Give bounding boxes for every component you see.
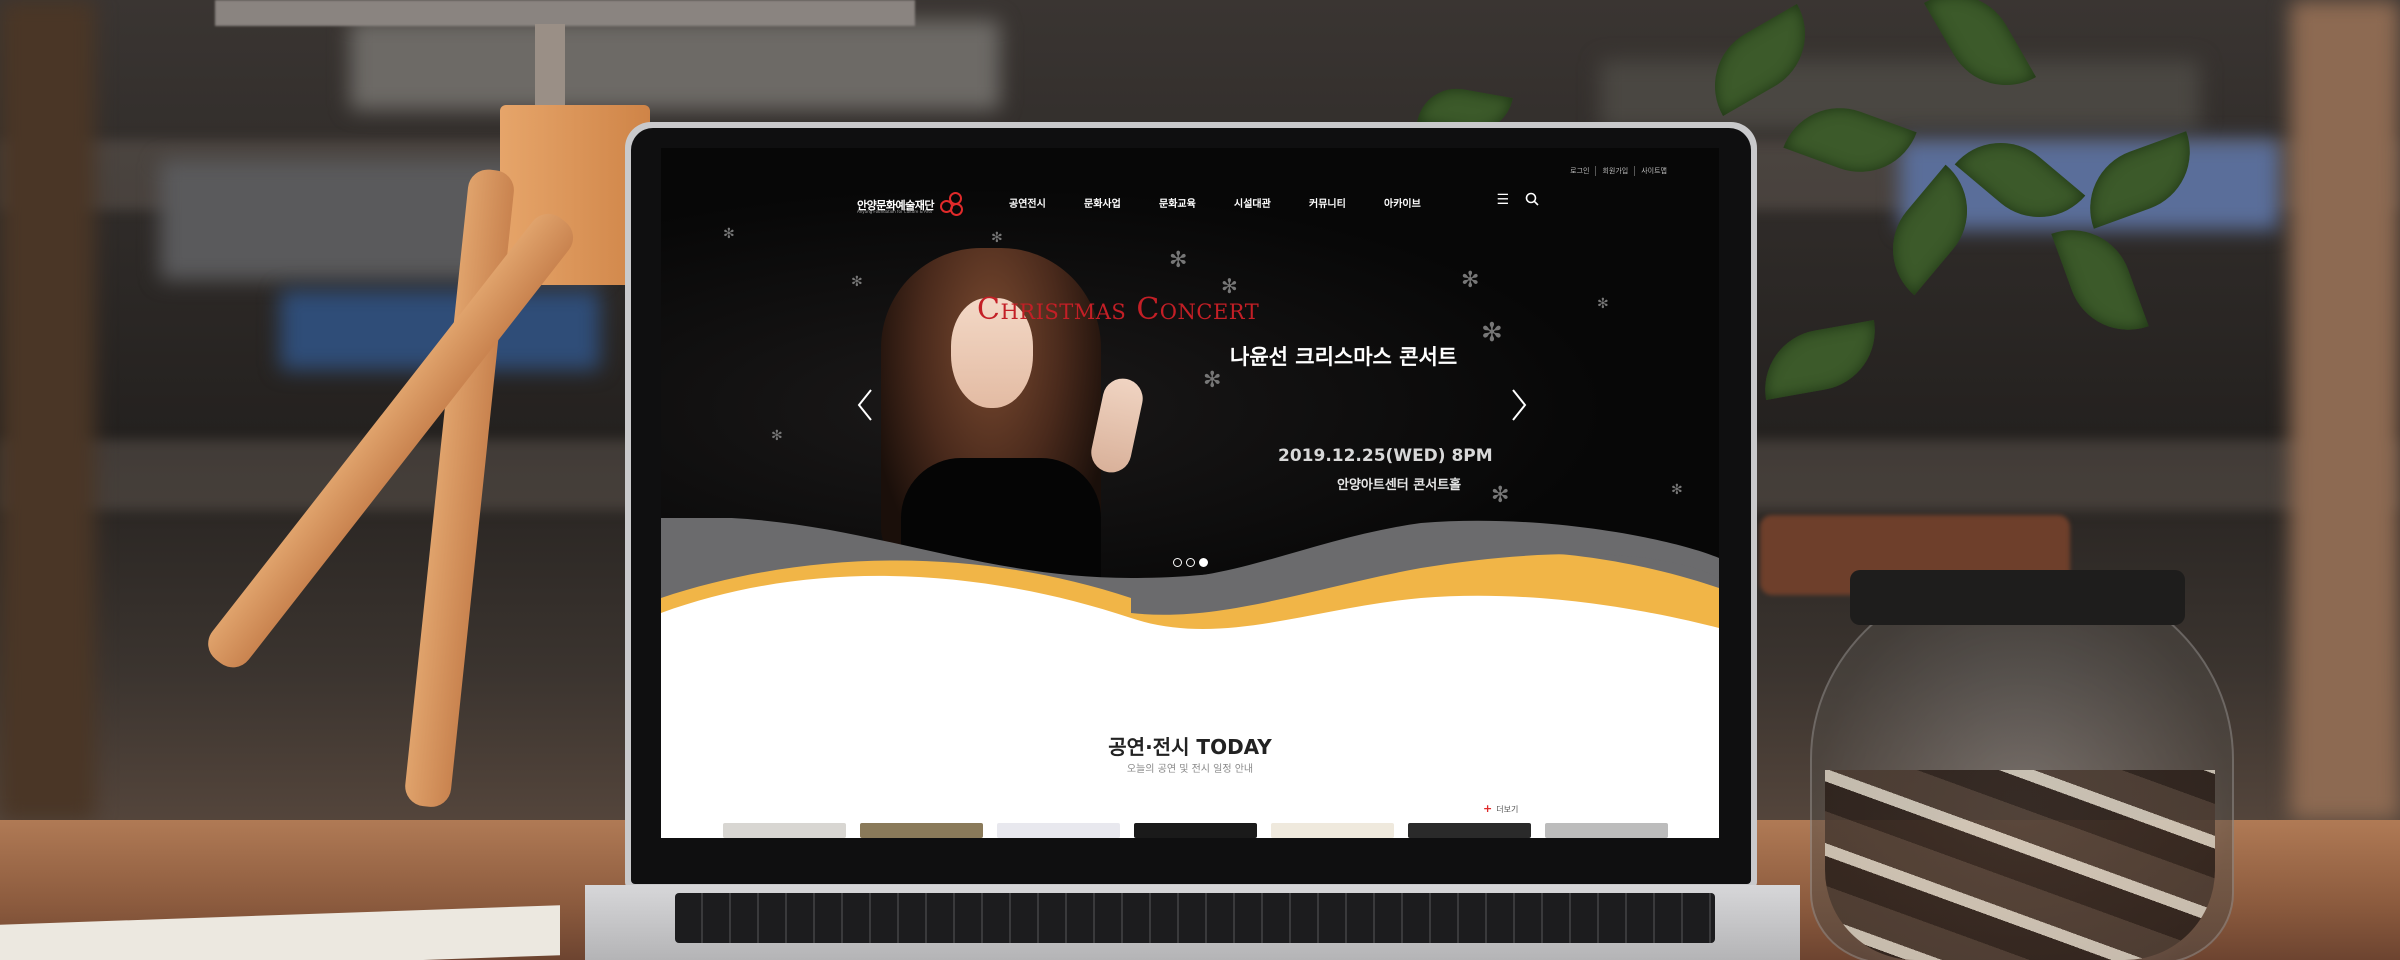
snowflake-icon: ✻ xyxy=(1671,482,1683,498)
login-link[interactable]: 로그인 xyxy=(1564,166,1595,176)
today-thumbnails xyxy=(723,823,1668,838)
snowflake-icon: ✻ xyxy=(723,226,735,242)
wall-blur xyxy=(0,0,95,820)
jar-lid xyxy=(1850,570,2185,625)
logo-subtext: Anyang Foundation for Culture & Arts xyxy=(857,208,933,214)
slide-indicator xyxy=(1173,558,1208,567)
nav-item-culture-business[interactable]: 문화사업 xyxy=(1084,195,1159,210)
snowflake-icon: ✻ xyxy=(1169,248,1188,273)
header-icons: ☰ xyxy=(1496,192,1539,210)
snowflake-icon: ✻ xyxy=(991,230,1003,246)
snowflake-icon: ✻ xyxy=(851,274,863,290)
books-blur xyxy=(350,20,1000,110)
snowflake-icon: ✻ xyxy=(1461,268,1480,293)
menu-icon[interactable]: ☰ xyxy=(1496,192,1509,210)
chevron-right-icon[interactable] xyxy=(1511,388,1527,428)
nav-item-rental[interactable]: 시설대관 xyxy=(1234,195,1309,210)
snowflake-icon: ✻ xyxy=(771,428,783,444)
today-title: 공연·전시 TODAY xyxy=(1108,735,1272,759)
snowflake-icon: ✻ xyxy=(1491,483,1510,508)
leaf xyxy=(1755,320,1885,400)
event-thumbnail[interactable] xyxy=(1271,823,1394,838)
slide-dot-active[interactable] xyxy=(1199,558,1208,567)
leaf xyxy=(2051,213,2149,347)
plus-icon: + xyxy=(1483,802,1493,815)
chevron-left-icon[interactable] xyxy=(857,388,873,428)
event-thumbnail[interactable] xyxy=(723,823,846,838)
main-nav: 공연전시 문화사업 문화교육 시설대관 커뮤니티 아카이브 xyxy=(1009,195,1459,210)
snowflake-icon: ✻ xyxy=(1203,368,1222,393)
snowflake-icon: ✻ xyxy=(1481,318,1503,348)
logo-mark-icon xyxy=(939,192,963,216)
utility-links: 로그인 회원가입 사이트맵 xyxy=(1564,166,1673,176)
sitemap-link[interactable]: 사이트맵 xyxy=(1634,166,1673,176)
hero-venue: 안양아트센터 콘서트홀 xyxy=(1337,478,1462,493)
nav-item-community[interactable]: 커뮤니티 xyxy=(1309,195,1384,210)
hero-date: 2019.12.25(WED) 8PM xyxy=(1278,446,1493,466)
more-link[interactable]: + 더보기 xyxy=(1483,802,1518,815)
snowflake-icon: ✻ xyxy=(1597,296,1609,312)
event-thumbnail[interactable] xyxy=(860,823,983,838)
keyboard xyxy=(675,893,1715,943)
event-thumbnail[interactable] xyxy=(1408,823,1531,838)
search-icon[interactable] xyxy=(1525,192,1539,210)
more-label: 더보기 xyxy=(1496,805,1519,814)
nav-item-performance[interactable]: 공연전시 xyxy=(1009,195,1084,210)
wall-blur xyxy=(2290,0,2400,820)
signup-link[interactable]: 회원가입 xyxy=(1595,166,1634,176)
hero-wave-decoration xyxy=(661,518,1719,688)
nav-item-education[interactable]: 문화교육 xyxy=(1159,195,1234,210)
jar-contents xyxy=(1825,770,2215,960)
event-thumbnail[interactable] xyxy=(1134,823,1257,838)
slide-dot[interactable] xyxy=(1173,558,1182,567)
lamp-shade xyxy=(215,0,915,26)
hero-title: Christmas Concert xyxy=(977,292,1260,327)
hero-subtitle: 나윤선 크리스마스 콘서트 xyxy=(1230,345,1458,369)
books-blur xyxy=(1600,60,2200,130)
nav-item-archive[interactable]: 아카이브 xyxy=(1384,195,1459,210)
event-thumbnail[interactable] xyxy=(1545,823,1668,838)
today-subtitle: 오늘의 공연 및 전시 일정 안내 xyxy=(1126,764,1254,775)
website-screen: ✻ ✻ ✻ ✻ ✻ ✻ ✻ ✻ ✻ ✻ ✻ ✻ ✻ 로그인 회원가입 사이트맵 … xyxy=(661,148,1719,838)
slide-dot[interactable] xyxy=(1186,558,1195,567)
lamp-post xyxy=(535,24,565,114)
site-logo[interactable]: 안양문화예술재단 Anyang Foundation for Culture &… xyxy=(857,192,963,216)
event-thumbnail[interactable] xyxy=(997,823,1120,838)
